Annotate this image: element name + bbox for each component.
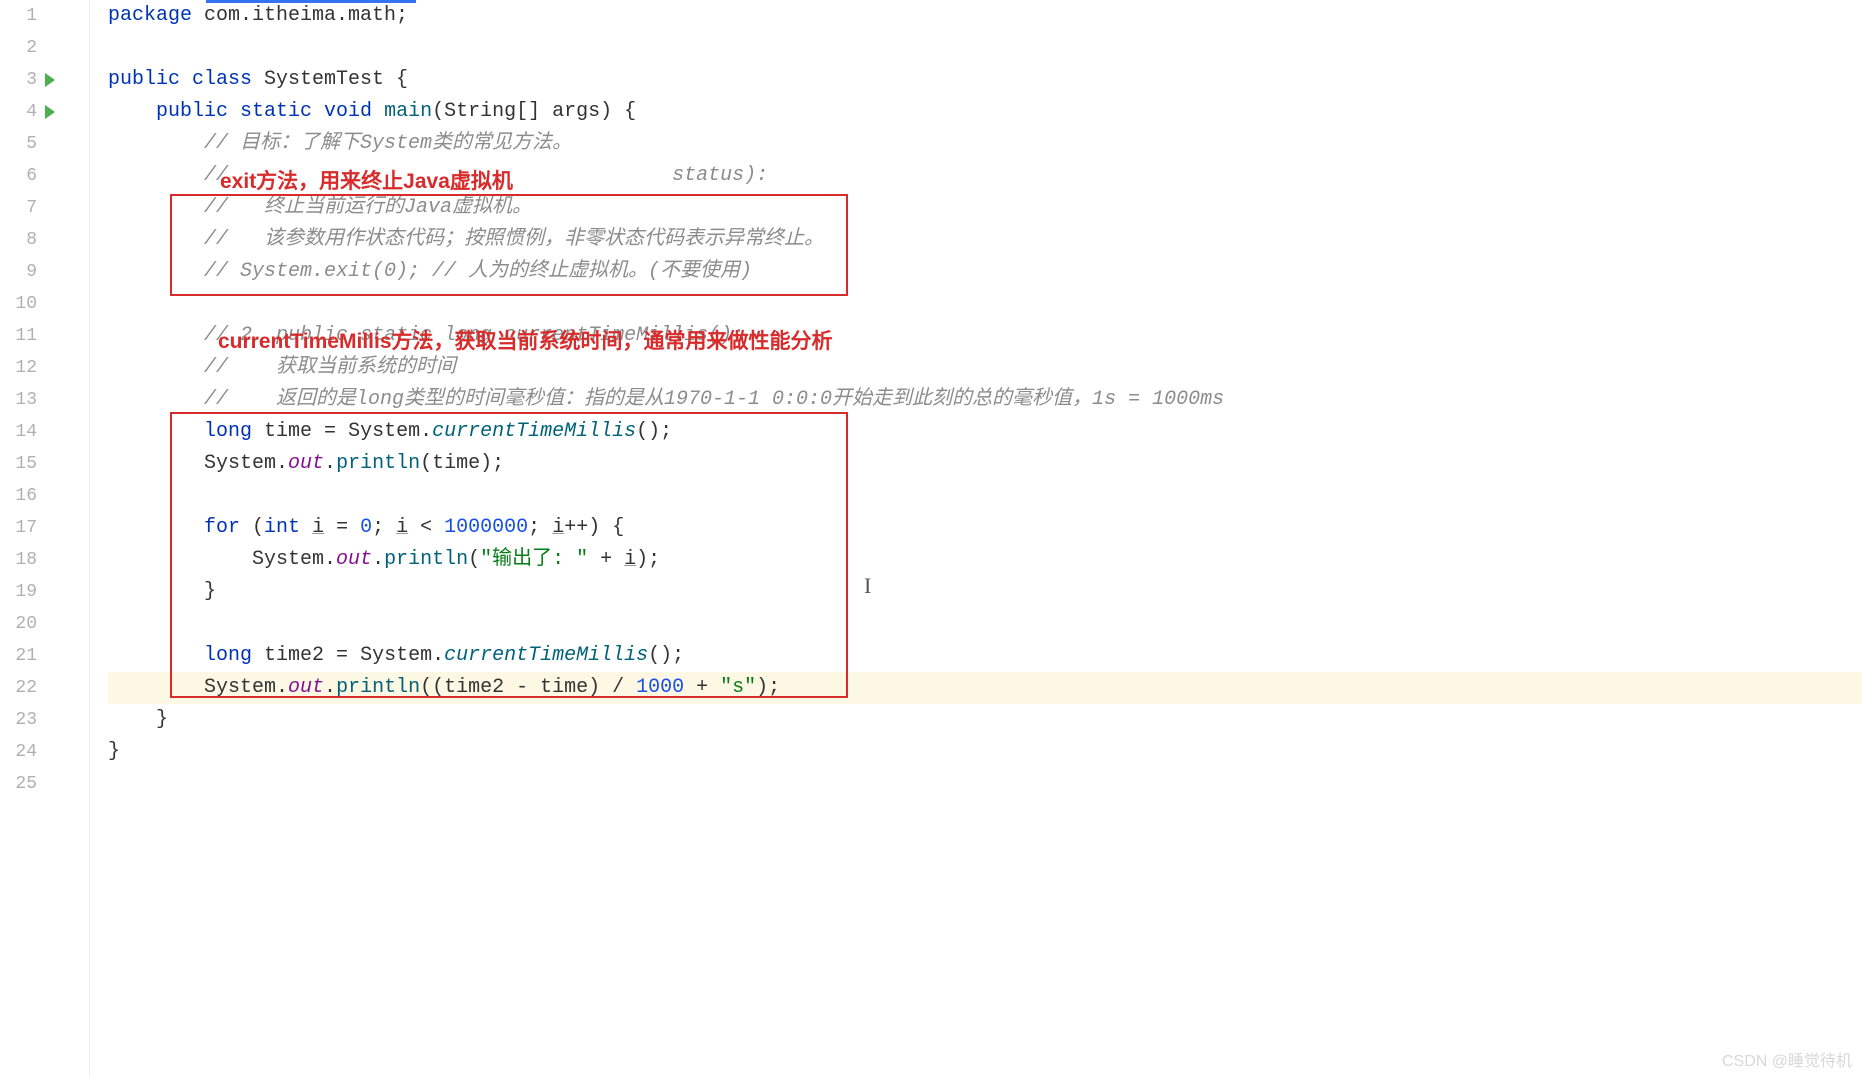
line-number: 5: [0, 128, 45, 160]
line-number: 14: [0, 416, 45, 448]
code-line[interactable]: System.out.println(time);: [108, 448, 1862, 480]
gutter: 1 2 3 4 5 6 7 8 9 10 11 12 13 14 15 16 1…: [0, 0, 90, 1077]
code-line[interactable]: // 目标：了解下System类的常见方法。: [108, 128, 1862, 160]
code-line[interactable]: // 该参数用作状态代码；按照惯例，非零状态代码表示异常终止。: [108, 224, 1862, 256]
code-line[interactable]: // 返回的是long类型的时间毫秒值：指的是从1970-1-1 0:0:0开始…: [108, 384, 1862, 416]
code-line[interactable]: [108, 768, 1862, 800]
code-line[interactable]: [108, 288, 1862, 320]
line-number: 2: [0, 32, 45, 64]
code-line[interactable]: long time = System.currentTimeMillis();: [108, 416, 1862, 448]
code-line[interactable]: [108, 608, 1862, 640]
code-line[interactable]: // 获取当前系统的时间: [108, 352, 1862, 384]
line-number: 15: [0, 448, 45, 480]
code-line[interactable]: // 终止当前运行的Java虚拟机。: [108, 192, 1862, 224]
code-line[interactable]: package com.itheima.math;: [108, 0, 1862, 32]
run-gutter-icon[interactable]: [45, 105, 89, 119]
code-line[interactable]: // status):: [108, 160, 1862, 192]
line-number: 4: [0, 96, 45, 128]
line-number: 21: [0, 640, 45, 672]
code-line[interactable]: }: [108, 704, 1862, 736]
line-number: 13: [0, 384, 45, 416]
code-line[interactable]: public class SystemTest {: [108, 64, 1862, 96]
code-editor[interactable]: 1 2 3 4 5 6 7 8 9 10 11 12 13 14 15 16 1…: [0, 0, 1862, 1077]
line-number: 25: [0, 768, 45, 800]
line-number: 18: [0, 544, 45, 576]
line-number: 20: [0, 608, 45, 640]
code-line[interactable]: // System.exit(0); // 人为的终止虚拟机。(不要使用): [108, 256, 1862, 288]
code-line[interactable]: [108, 32, 1862, 64]
line-number: 7: [0, 192, 45, 224]
line-number: 23: [0, 704, 45, 736]
code-line[interactable]: for (int i = 0; i < 1000000; i++) {: [108, 512, 1862, 544]
run-gutter-icon[interactable]: [45, 73, 89, 87]
code-line[interactable]: System.out.println((time2 - time) / 1000…: [108, 672, 1862, 704]
line-number: 17: [0, 512, 45, 544]
code-line[interactable]: [108, 480, 1862, 512]
line-number: 8: [0, 224, 45, 256]
line-number: 16: [0, 480, 45, 512]
line-number: 19: [0, 576, 45, 608]
watermark: CSDN @睡觉待机: [1722, 1047, 1852, 1071]
line-number: 1: [0, 0, 45, 32]
code-area[interactable]: package com.itheima.math; public class S…: [90, 0, 1862, 1077]
code-line[interactable]: public static void main(String[] args) {: [108, 96, 1862, 128]
text-cursor-icon: I: [864, 573, 871, 599]
code-line[interactable]: System.out.println("输出了: " + i);: [108, 544, 1862, 576]
line-number: 11: [0, 320, 45, 352]
code-line[interactable]: }: [108, 736, 1862, 768]
code-line[interactable]: long time2 = System.currentTimeMillis();: [108, 640, 1862, 672]
line-number: 22: [0, 672, 45, 704]
line-number: 24: [0, 736, 45, 768]
line-number: 12: [0, 352, 45, 384]
line-number: 9: [0, 256, 45, 288]
line-number: 3: [0, 64, 45, 96]
code-line[interactable]: }: [108, 576, 1862, 608]
line-number: 6: [0, 160, 45, 192]
code-line[interactable]: // 2. public static long currentTimeMill…: [108, 320, 1862, 352]
line-number: 10: [0, 288, 45, 320]
